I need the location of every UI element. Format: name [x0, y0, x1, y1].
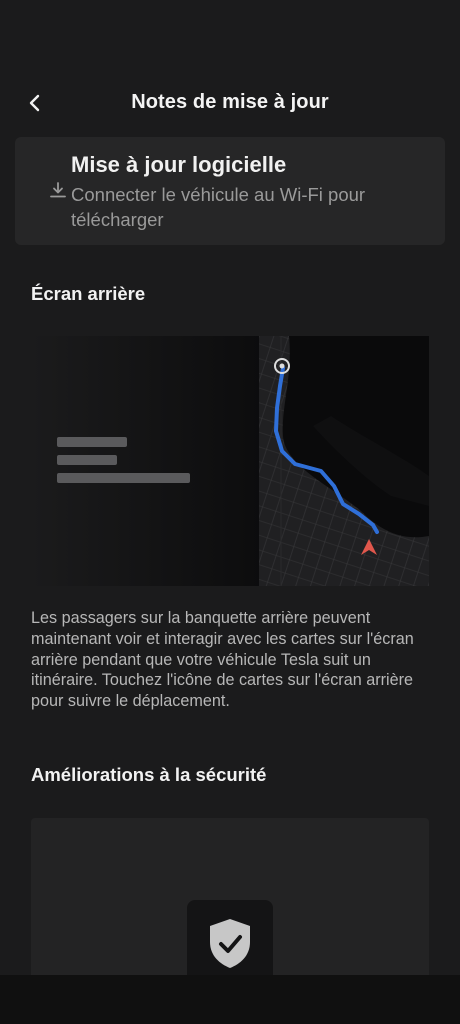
shield-check-icon — [210, 919, 250, 968]
top-bar: Notes de mise à jour — [0, 80, 460, 126]
release-notes-screen: Notes de mise à jour Mise à jour logicie… — [0, 0, 460, 1024]
section-title-rear-screen: Écran arrière — [31, 283, 146, 304]
page-title: Notes de mise à jour — [131, 91, 329, 113]
shield-tile — [187, 900, 273, 986]
rear-screen-description: Les passagers sur la banquette arrière p… — [31, 609, 414, 711]
bottom-bar — [0, 975, 460, 1024]
rear-screen-map-image — [31, 336, 429, 586]
update-subtitle: Connecter le véhicule au Wi-Fi pour télé… — [71, 184, 366, 230]
download-icon — [50, 182, 66, 198]
update-title: Mise à jour logicielle — [71, 152, 287, 177]
security-image-card — [31, 818, 429, 998]
section-title-security: Améliorations à la sécurité — [31, 764, 267, 785]
